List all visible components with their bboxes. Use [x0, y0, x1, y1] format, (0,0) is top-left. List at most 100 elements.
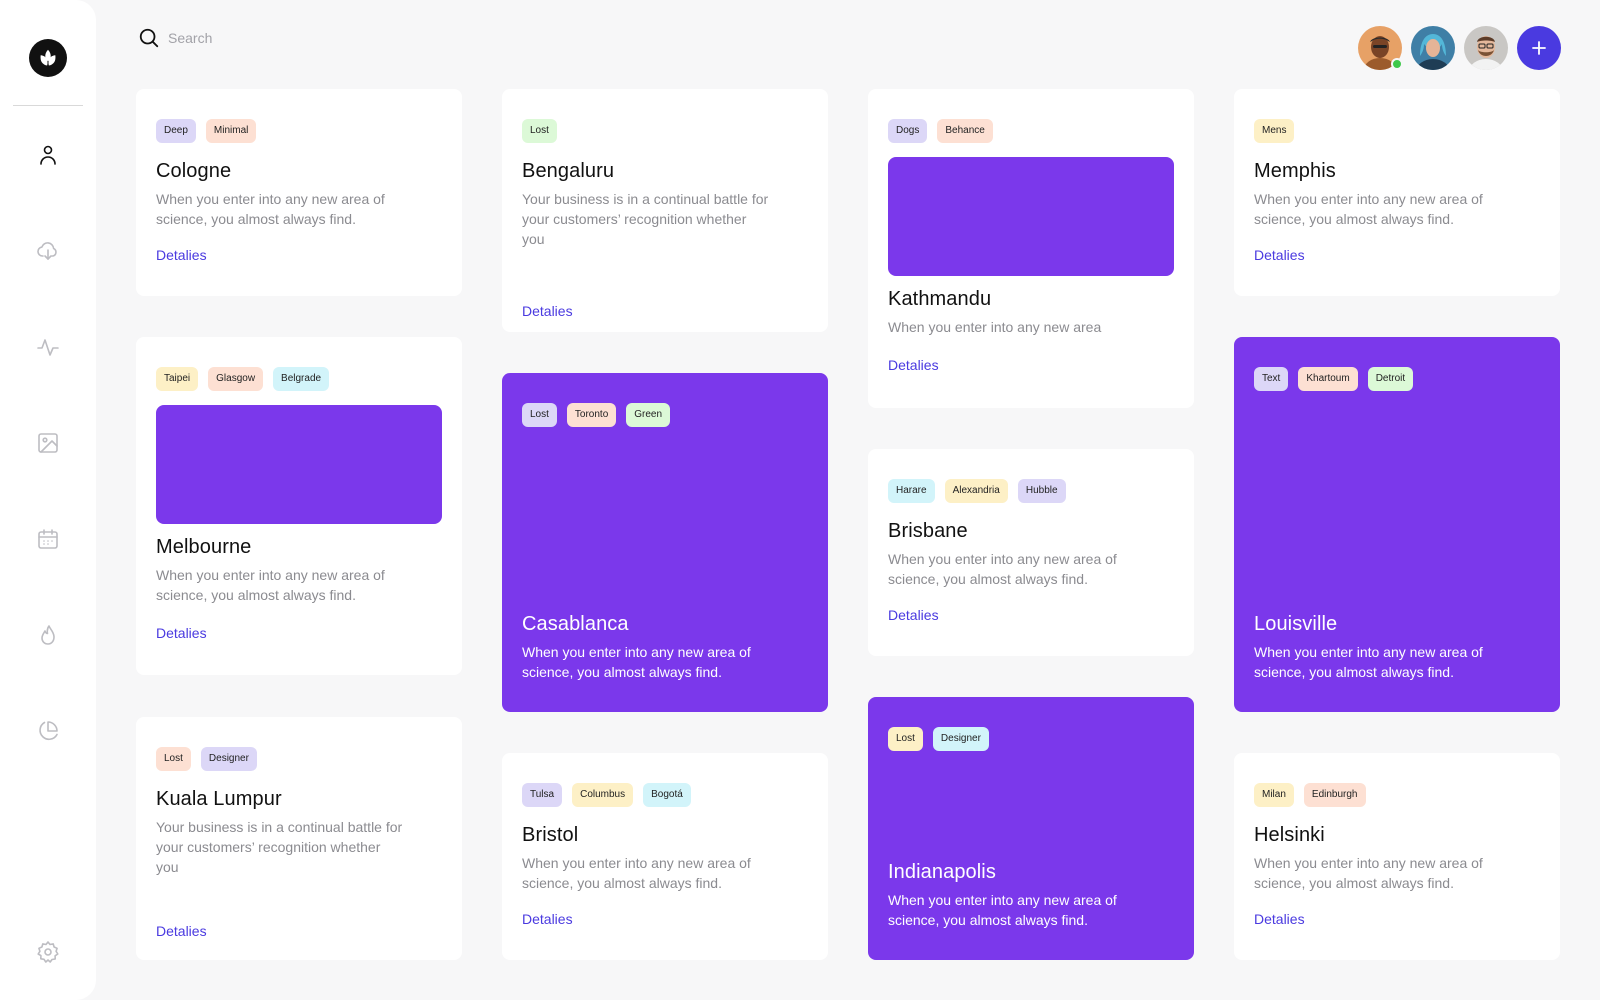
plus-icon	[1532, 41, 1546, 55]
tag[interactable]: Text	[1254, 367, 1289, 391]
avatar[interactable]	[1358, 26, 1403, 70]
avatar[interactable]	[1464, 26, 1508, 70]
avatar[interactable]	[1411, 26, 1455, 70]
card-title: Helsinki	[1254, 824, 1325, 846]
card-casablanca[interactable]: Lost Toronto Green Casablanca When you e…	[502, 373, 828, 712]
card-title: Melbourne	[156, 536, 252, 558]
leaf-logo-icon[interactable]	[29, 39, 67, 77]
card-description: When you enter into any new area of scie…	[888, 551, 1117, 587]
tag[interactable]: Deep	[156, 119, 196, 143]
tag[interactable]: Lost	[522, 119, 557, 143]
search-bar[interactable]	[138, 26, 438, 50]
flame-icon[interactable]	[36, 623, 60, 647]
details-link[interactable]: Detalies	[888, 357, 939, 373]
search-input[interactable]	[168, 30, 418, 46]
card-description: When you enter into any new area of scie…	[156, 567, 385, 603]
card-title: Bengaluru	[522, 160, 615, 182]
card-description: When you enter into any new area of scie…	[156, 191, 385, 227]
card-description: Your business is in a continual battle f…	[522, 191, 769, 247]
card-indianapolis[interactable]: Lost Designer Indianapolis When you ente…	[868, 697, 1194, 960]
tag-list: Lost Toronto Green	[522, 403, 808, 427]
tag[interactable]: Toronto	[566, 403, 617, 427]
card-louisville[interactable]: Text Khartoum Detroit Louisville When yo…	[1234, 337, 1560, 712]
details-link[interactable]: Detalies	[1254, 911, 1305, 927]
card-description: When you enter into any new area of scie…	[888, 892, 1117, 928]
tag[interactable]: Bogotá	[643, 783, 691, 807]
card-melbourne[interactable]: Taipei Glasgow Belgrade Melbourne When y…	[136, 337, 462, 675]
tag-list: Lost Designer	[156, 747, 442, 771]
tag[interactable]: Lost	[522, 403, 557, 427]
calendar-icon[interactable]	[36, 527, 60, 551]
tag[interactable]: Designer	[932, 727, 989, 751]
card-title: Memphis	[1254, 160, 1336, 182]
tag[interactable]: Lost	[156, 747, 191, 771]
tag[interactable]: Tulsa	[522, 783, 563, 807]
card-description: When you enter into any new area of scie…	[1254, 191, 1483, 227]
tag[interactable]: Belgrade	[273, 367, 330, 391]
tag[interactable]: Hubble	[1017, 479, 1066, 503]
tag[interactable]: Glasgow	[208, 367, 264, 391]
card-title: Louisville	[1254, 613, 1338, 635]
header-actions	[1358, 26, 1561, 70]
details-link[interactable]: Detalies	[156, 247, 207, 263]
tag[interactable]: Green	[626, 403, 671, 427]
card-bengaluru[interactable]: Lost Bengaluru Your business is in a con…	[502, 89, 828, 332]
sidebar-divider	[13, 105, 83, 106]
gear-icon[interactable]	[36, 940, 60, 964]
card-image	[888, 157, 1174, 276]
details-link[interactable]: Detalies	[522, 303, 573, 319]
pie-chart-icon[interactable]	[36, 719, 60, 743]
card-title: Cologne	[156, 160, 232, 182]
details-link[interactable]: Detalies	[156, 923, 207, 939]
tag-list: Tulsa Columbus Bogotá	[522, 783, 808, 807]
card-description: When you enter into any new area of scie…	[522, 855, 751, 891]
card-kuala-lumpur[interactable]: Lost Designer Kuala Lumpur Your business…	[136, 717, 462, 960]
online-status-dot	[1391, 58, 1403, 70]
card-description: When you enter into any new area of scie…	[1254, 644, 1483, 680]
search-icon	[139, 28, 159, 48]
details-link[interactable]: Detalies	[1254, 247, 1305, 263]
tag-list: Deep Minimal	[156, 119, 442, 143]
card-title: Casablanca	[522, 613, 629, 635]
card-description: When you enter into any new area of scie…	[522, 644, 751, 680]
card-title: Indianapolis	[888, 861, 996, 883]
tag-list: Lost	[522, 119, 808, 143]
tag[interactable]: Columbus	[572, 783, 634, 807]
details-link[interactable]: Detalies	[888, 607, 939, 623]
tag[interactable]: Mens	[1254, 119, 1295, 143]
image-icon[interactable]	[36, 431, 60, 455]
card-helsinki[interactable]: Milan Edinburgh Helsinki When you enter …	[1234, 753, 1560, 960]
tag[interactable]: Milan	[1254, 783, 1294, 807]
user-icon[interactable]	[36, 143, 60, 167]
tag[interactable]: Behance	[937, 119, 993, 143]
card-image	[156, 405, 442, 524]
card-title: Kuala Lumpur	[156, 788, 282, 810]
tag[interactable]: Designer	[200, 747, 257, 771]
card-title: Brisbane	[888, 520, 968, 542]
card-bristol[interactable]: Tulsa Columbus Bogotá Bristol When you e…	[502, 753, 828, 960]
card-brisbane[interactable]: Harare Alexandria Hubble Brisbane When y…	[868, 449, 1194, 656]
card-description: When you enter into any new area of scie…	[1254, 855, 1483, 891]
tag[interactable]: Khartoum	[1298, 367, 1358, 391]
tag-list: Dogs Behance	[888, 119, 1174, 143]
tag[interactable]: Minimal	[205, 119, 257, 143]
card-memphis[interactable]: Mens Memphis When you enter into any new…	[1234, 89, 1560, 296]
add-button[interactable]	[1517, 26, 1561, 70]
tag[interactable]: Detroit	[1367, 367, 1414, 391]
tag[interactable]: Dogs	[888, 119, 928, 143]
tag[interactable]: Taipei	[156, 367, 199, 391]
activity-icon[interactable]	[36, 335, 60, 359]
tag[interactable]: Alexandria	[944, 479, 1008, 503]
tag-list: Lost Designer	[888, 727, 1174, 751]
tag-list: Text Khartoum Detroit	[1254, 367, 1540, 391]
card-kathmandu[interactable]: Dogs Behance Kathmandu When you enter in…	[868, 89, 1194, 408]
details-link[interactable]: Detalies	[522, 911, 573, 927]
sidebar	[0, 0, 96, 1000]
tag[interactable]: Edinburgh	[1303, 783, 1366, 807]
tag[interactable]: Lost	[888, 727, 923, 751]
details-link[interactable]: Detalies	[156, 625, 207, 641]
card-cologne[interactable]: Deep Minimal Cologne When you enter into…	[136, 89, 462, 296]
tag[interactable]: Harare	[888, 479, 935, 503]
tag-list: Taipei Glasgow Belgrade	[156, 367, 442, 391]
cloud-download-icon[interactable]	[36, 239, 60, 263]
